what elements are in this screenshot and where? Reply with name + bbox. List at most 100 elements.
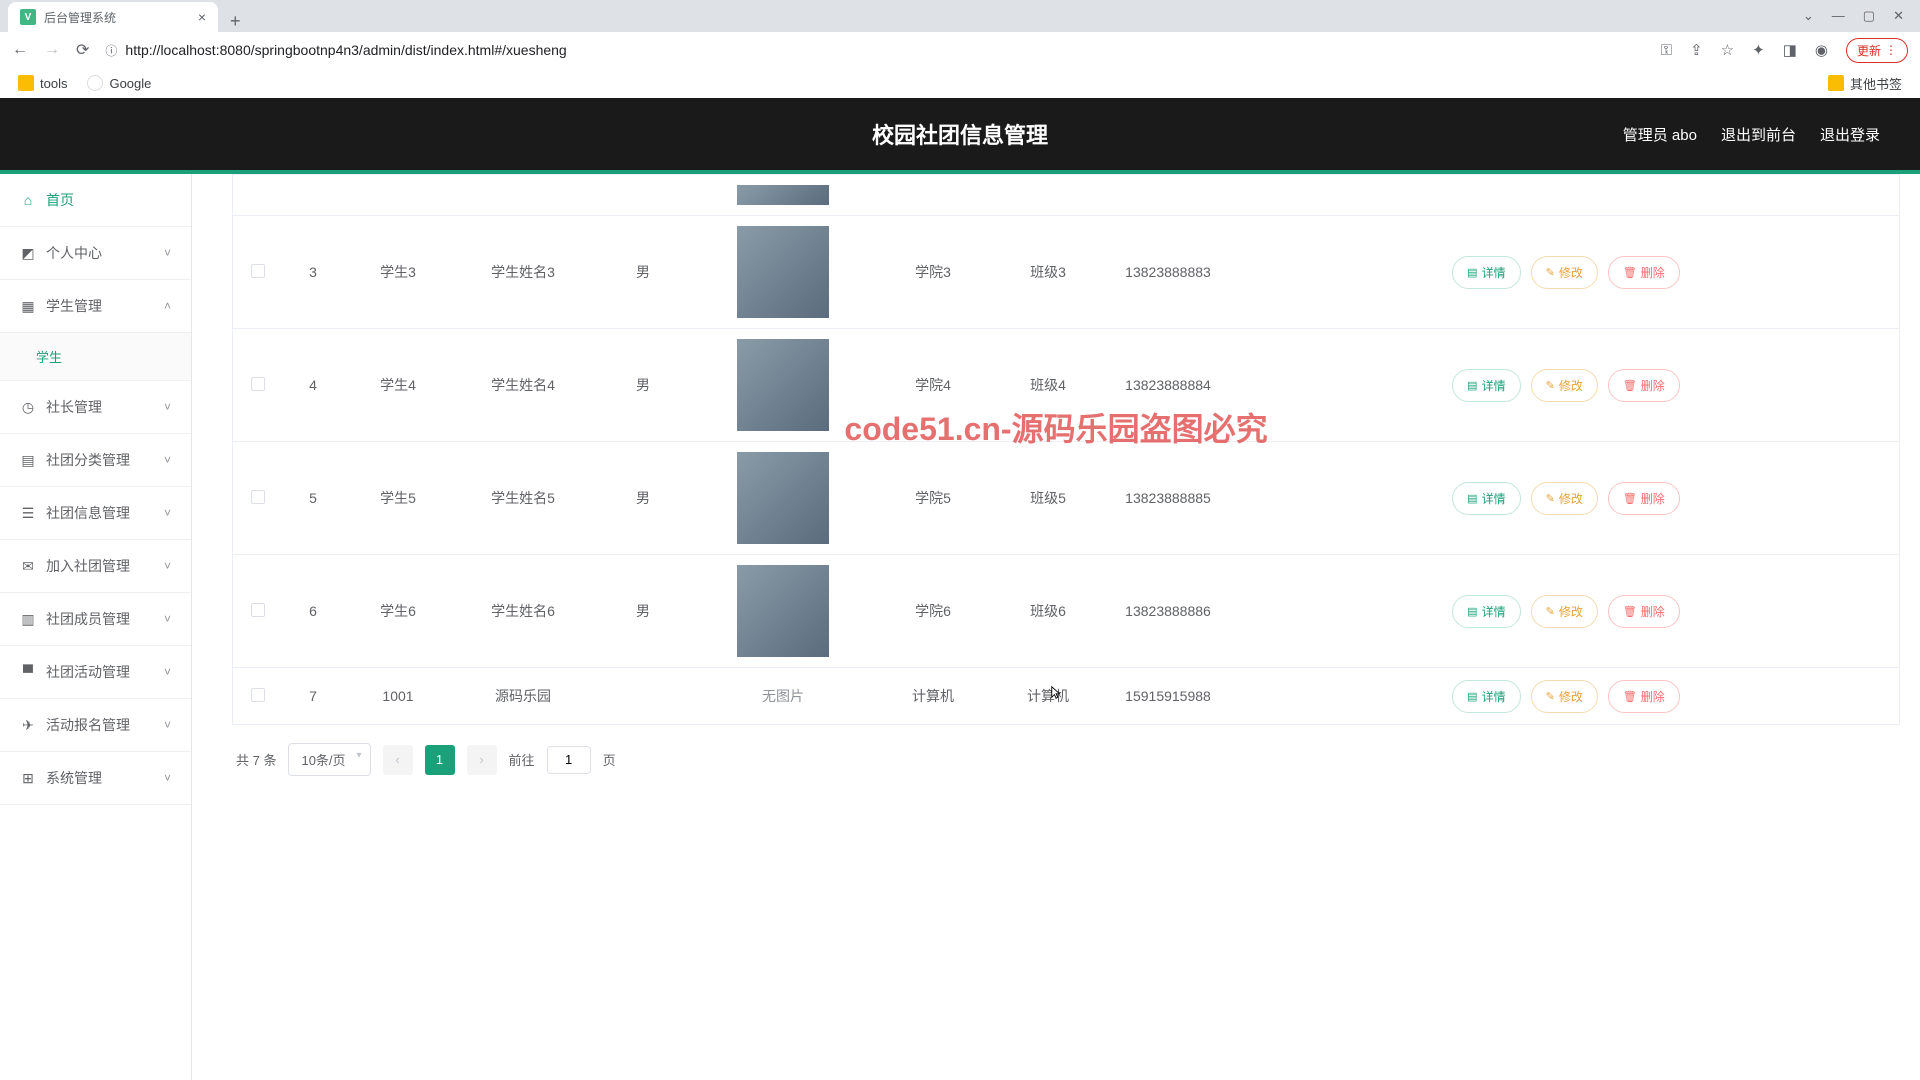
cell-college: 计算机	[873, 676, 993, 716]
sidebar-item-0[interactable]: ◩个人中心˅	[0, 227, 191, 280]
bookmark-other[interactable]: 其他书签	[1828, 74, 1902, 93]
close-icon[interactable]: ×	[198, 9, 206, 25]
forward-button[interactable]: →	[44, 41, 60, 59]
prev-page-button[interactable]: ‹	[383, 745, 413, 775]
maximize-icon[interactable]: ▢	[1863, 8, 1875, 24]
sidebar-item-2[interactable]: ◷社长管理˅	[0, 381, 191, 434]
cell-photo	[693, 216, 873, 328]
cell-photo: 无图片	[693, 676, 873, 716]
edit-icon: ✎	[1546, 605, 1555, 618]
delete-icon: 🗑	[1623, 266, 1637, 279]
url-box[interactable]: ⓘ http://localhost:8080/springbootnp4n3/…	[105, 42, 1644, 59]
minimize-icon[interactable]: —	[1832, 8, 1845, 24]
sidebar-item-6[interactable]: ▥社团成员管理˅	[0, 593, 191, 646]
delete-button[interactable]: 🗑删除	[1608, 369, 1680, 402]
google-icon	[87, 75, 103, 91]
table-row	[233, 175, 1899, 216]
page-size-select[interactable]: 10条/页	[288, 743, 370, 776]
cell-college: 学院5	[873, 478, 993, 518]
sidebar-item-8[interactable]: ✈活动报名管理˅	[0, 699, 191, 752]
chevron-up-icon: ˄	[164, 299, 171, 313]
reload-button[interactable]: ⟳	[76, 40, 89, 60]
edit-icon: ✎	[1546, 379, 1555, 392]
delete-button[interactable]: 🗑删除	[1608, 680, 1680, 713]
row-checkbox[interactable]	[251, 603, 265, 617]
cell-name: 学生姓名4	[453, 365, 593, 405]
cell-sex	[593, 686, 693, 706]
edit-button[interactable]: ✎修改	[1531, 369, 1598, 402]
next-page-button[interactable]: ›	[467, 745, 497, 775]
cell-index: 5	[283, 480, 343, 516]
row-checkbox[interactable]	[251, 377, 265, 391]
chevron-down-icon: ˅	[164, 612, 171, 626]
extensions-icon[interactable]: ✦	[1752, 41, 1765, 59]
to-front-link[interactable]: 退出到前台	[1721, 124, 1796, 145]
delete-button[interactable]: 🗑删除	[1608, 595, 1680, 628]
update-button[interactable]: 更新 ⋮	[1846, 38, 1908, 63]
activity-icon: ▀	[20, 664, 36, 680]
edit-button[interactable]: ✎修改	[1531, 482, 1598, 515]
share-icon[interactable]: ⇪	[1690, 41, 1703, 59]
detail-button[interactable]: ▤详情	[1452, 680, 1520, 713]
edit-button[interactable]: ✎修改	[1531, 595, 1598, 628]
profile-icon[interactable]: ◉	[1815, 41, 1828, 59]
detail-button[interactable]: ▤详情	[1452, 482, 1520, 515]
goto-input[interactable]	[547, 746, 591, 774]
close-window-icon[interactable]: ✕	[1893, 8, 1904, 24]
cell-class: 班级4	[993, 365, 1103, 405]
detail-button[interactable]: ▤详情	[1452, 369, 1520, 402]
detail-button[interactable]: ▤详情	[1452, 256, 1520, 289]
detail-icon: ▤	[1467, 690, 1477, 703]
new-tab-button[interactable]: +	[218, 11, 253, 32]
cell-sex: 男	[593, 591, 693, 631]
favicon-icon: V	[20, 9, 36, 25]
cell-class: 计算机	[993, 676, 1103, 716]
browser-tab[interactable]: V 后台管理系统 ×	[8, 2, 218, 32]
side-panel-icon[interactable]: ◨	[1783, 41, 1797, 59]
star-icon[interactable]: ☆	[1721, 41, 1734, 59]
logout-link[interactable]: 退出登录	[1820, 124, 1880, 145]
sidebar-item-3[interactable]: ▤社团分类管理˅	[0, 434, 191, 487]
avatar	[737, 185, 829, 205]
table-row: 7 1001 源码乐园 无图片 计算机 计算机 15915915988 ▤详情 …	[233, 668, 1899, 724]
detail-button[interactable]: ▤详情	[1452, 595, 1520, 628]
pagination: 共 7 条 10条/页 ‹ 1 › 前往 页	[232, 725, 1900, 776]
back-button[interactable]: ←	[12, 41, 28, 59]
delete-button[interactable]: 🗑删除	[1608, 256, 1680, 289]
edit-icon: ✎	[1546, 266, 1555, 279]
sidebar: ⌂ 首页 ◩个人中心˅▦学生管理˄学生◷社长管理˅▤社团分类管理˅☰社团信息管理…	[0, 174, 192, 1080]
bookmark-google[interactable]: Google	[87, 75, 151, 91]
edit-button[interactable]: ✎修改	[1531, 256, 1598, 289]
row-checkbox[interactable]	[251, 264, 265, 278]
key-icon[interactable]: ⚿	[1661, 42, 1672, 59]
sidebar-subitem[interactable]: 学生	[0, 333, 191, 381]
sidebar-item-5[interactable]: ✉加入社团管理˅	[0, 540, 191, 593]
cell-account: 1001	[343, 678, 453, 714]
signup-icon: ✈	[20, 717, 36, 734]
chevron-down-icon: ˅	[164, 246, 171, 260]
chevron-down-icon[interactable]: ⌄	[1803, 8, 1814, 24]
bookmark-tools[interactable]: tools	[18, 75, 67, 91]
edit-button[interactable]: ✎修改	[1531, 680, 1598, 713]
members-icon: ▥	[20, 611, 36, 628]
sidebar-item-7[interactable]: ▀社团活动管理˅	[0, 646, 191, 699]
row-checkbox[interactable]	[251, 688, 265, 702]
table-row: 4 学生4 学生姓名4 男 学院4 班级4 13823888884 ▤详情 ✎修…	[233, 329, 1899, 442]
admin-label[interactable]: 管理员 abo	[1623, 124, 1697, 145]
cell-photo	[693, 329, 873, 441]
row-checkbox[interactable]	[251, 490, 265, 504]
sidebar-item-9[interactable]: ⊞系统管理˅	[0, 752, 191, 805]
cell-account: 学生6	[343, 591, 453, 631]
browser-chrome: V 后台管理系统 × + ⌄ — ▢ ✕ ← → ⟳ ⓘ http://loca…	[0, 0, 1920, 98]
cell-class: 班级6	[993, 591, 1103, 631]
sidebar-item-4[interactable]: ☰社团信息管理˅	[0, 487, 191, 540]
cell-name: 学生姓名5	[453, 478, 593, 518]
tab-strip: V 后台管理系统 × + ⌄ — ▢ ✕	[0, 0, 1920, 32]
sidebar-item-1[interactable]: ▦学生管理˄	[0, 280, 191, 333]
sidebar-item-home[interactable]: ⌂ 首页	[0, 174, 191, 227]
edit-icon: ✎	[1546, 690, 1555, 703]
page-1-button[interactable]: 1	[425, 745, 455, 775]
delete-button[interactable]: 🗑删除	[1608, 482, 1680, 515]
grid-icon: ▦	[20, 298, 36, 315]
header-right: 管理员 abo 退出到前台 退出登录	[1623, 124, 1880, 145]
